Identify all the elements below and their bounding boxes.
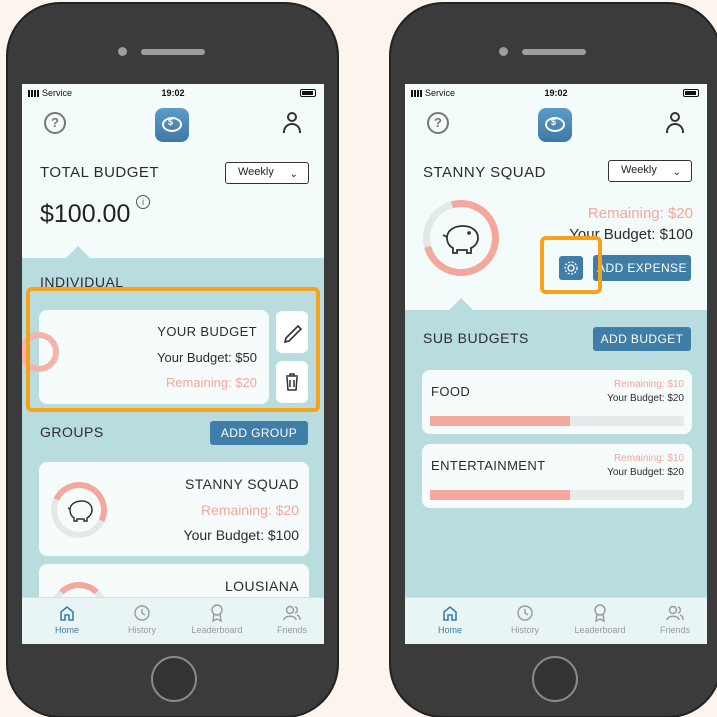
screen-group: Service 19:02 ? STANNY SQUAD Weekly ⌄ Rem… (405, 84, 707, 644)
user-icon[interactable] (282, 112, 302, 134)
nav-label: Home (54, 625, 79, 635)
piggy-bank-icon (442, 225, 479, 254)
page-title: STANNY SQUAD (423, 164, 546, 181)
progress-track (430, 416, 684, 426)
nav-friends[interactable]: Friends (645, 604, 705, 635)
total-amount: $100.00 (40, 200, 131, 228)
phone-right: Service 19:02 ? STANNY SQUAD Weekly ⌄ Rem… (389, 2, 717, 717)
panel-notch (66, 246, 90, 258)
clock-icon (134, 605, 150, 621)
nav-label: Home (437, 625, 462, 635)
clock: 19:02 (544, 88, 568, 98)
group-title: STANNY SQUAD (185, 476, 299, 492)
friends-icon (283, 605, 301, 621)
highlight-budget-card (26, 287, 320, 412)
piggy-bank-logo-icon (538, 108, 572, 142)
nav-home[interactable]: Home (37, 604, 97, 635)
top-bar: ? (405, 108, 707, 148)
group-remaining: Remaining: $20 (587, 205, 693, 222)
period-value: Weekly (238, 166, 274, 178)
chevron-down-icon: ⌄ (672, 167, 681, 178)
period-dropdown[interactable]: Weekly ⌄ (225, 162, 309, 184)
group-budget: Your Budget: $100 (183, 527, 299, 543)
home-icon (60, 605, 74, 621)
camera (499, 47, 508, 56)
nav-label: Friends (659, 625, 690, 635)
group-remaining: Remaining: $20 (200, 502, 299, 518)
bottom-nav: Home History Leaderboard Friends (22, 597, 324, 644)
progress-fill (430, 490, 570, 500)
sub-budgets-panel: SUB BUDGETS ADD BUDGET FOOD Remaining: $… (405, 310, 707, 598)
sub-budget-title: FOOD (431, 384, 471, 399)
sub-budget-amount: Your Budget: $20 (607, 393, 684, 404)
camera (118, 47, 127, 56)
bottom-nav: Home History Leaderboard Friends (405, 597, 707, 644)
group-card-stanny-squad[interactable]: STANNY SQUAD Remaining: $20 Your Budget:… (39, 462, 309, 556)
top-bar: ? (22, 108, 324, 148)
nav-label: History (510, 625, 539, 635)
progress-track (430, 490, 684, 500)
status-bar: Service 19:02 (22, 84, 324, 102)
group-title: LOUSIANA (225, 578, 299, 594)
info-icon[interactable]: i (136, 195, 150, 209)
home-button[interactable] (151, 656, 197, 702)
nav-leaderboard[interactable]: Leaderboard (570, 604, 630, 635)
sub-budget-card-entertainment[interactable]: ENTERTAINMENT Remaining: $10 Your Budget… (422, 444, 692, 508)
progress-fill (430, 416, 570, 426)
period-dropdown[interactable]: Weekly ⌄ (608, 160, 692, 182)
user-icon[interactable] (665, 112, 685, 134)
home-button[interactable] (532, 656, 578, 702)
sub-budget-remaining: Remaining: $10 (613, 453, 684, 464)
award-icon (211, 604, 223, 622)
nav-label: Leaderboard (574, 625, 626, 635)
piggy-bank-icon (67, 500, 93, 522)
nav-history[interactable]: History (112, 604, 172, 635)
add-group-button[interactable]: ADD GROUP (210, 421, 308, 445)
nav-label: Friends (276, 625, 307, 635)
highlight-settings (540, 236, 602, 294)
help-icon[interactable]: ? (44, 112, 66, 134)
home-icon (443, 605, 457, 621)
status-bar: Service 19:02 (405, 84, 707, 102)
sub-budgets-heading: SUB BUDGETS (423, 330, 529, 346)
panel-notch (449, 298, 473, 310)
sub-budget-amount: Your Budget: $20 (607, 467, 684, 478)
piggy-bank-logo-icon (155, 108, 189, 142)
nav-home[interactable]: Home (420, 604, 480, 635)
speaker (141, 49, 205, 55)
clock-icon (517, 605, 533, 621)
nav-label: History (127, 625, 156, 635)
speaker (522, 49, 586, 55)
groups-heading: GROUPS (40, 424, 104, 440)
nav-history[interactable]: History (495, 604, 555, 635)
friends-icon (666, 605, 684, 621)
nav-leaderboard[interactable]: Leaderboard (187, 604, 247, 635)
sub-budget-title: ENTERTAINMENT (431, 458, 546, 473)
nav-friends[interactable]: Friends (262, 604, 322, 635)
period-value: Weekly (621, 164, 657, 176)
battery-icon (683, 89, 699, 97)
help-icon[interactable]: ? (427, 112, 449, 134)
nav-label: Leaderboard (191, 625, 243, 635)
award-icon (594, 604, 606, 622)
page-title: TOTAL BUDGET (40, 164, 160, 181)
add-budget-button[interactable]: ADD BUDGET (593, 327, 691, 351)
chevron-down-icon: ⌄ (289, 169, 298, 180)
sub-budget-card-food[interactable]: FOOD Remaining: $10 Your Budget: $20 (422, 370, 692, 434)
sub-budget-remaining: Remaining: $10 (613, 379, 684, 390)
battery-icon (300, 89, 316, 97)
add-expense-button[interactable]: ADD EXPENSE (593, 255, 691, 281)
clock: 19:02 (161, 88, 185, 98)
